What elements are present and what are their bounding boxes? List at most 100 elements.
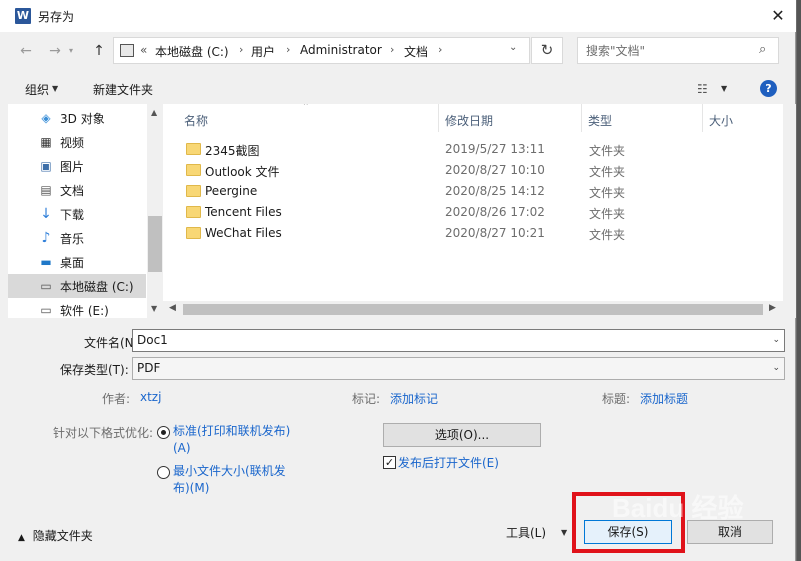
drive-icon: ▭ <box>40 303 52 317</box>
breadcrumb-documents[interactable]: 文档 <box>404 43 428 60</box>
search-icon[interactable]: ⌕ <box>759 42 766 57</box>
file-row[interactable]: WeChat Files 2020/8/27 10:21 文件夹 <box>183 223 773 244</box>
chevron-down-icon[interactable]: ⌄ <box>772 363 780 373</box>
documents-icon: ▤ <box>40 183 52 197</box>
filetype-select[interactable]: PDF ⌄ <box>132 357 785 380</box>
breadcrumb-overflow[interactable]: « <box>140 43 147 57</box>
sidebar-item-desktop[interactable]: ▬ 桌面 <box>8 250 146 274</box>
help-icon[interactable]: ? <box>760 80 777 97</box>
sidebar-item-videos[interactable]: ▦ 视频 <box>8 130 146 154</box>
file-row[interactable]: Tencent Files 2020/8/26 17:02 文件夹 <box>183 202 773 223</box>
organize-menu[interactable]: 组织 <box>25 81 49 98</box>
breadcrumb-local-disk[interactable]: 本地磁盘 (C:) <box>155 43 229 60</box>
sidebar-item-label: 视频 <box>60 136 85 150</box>
optimize-minimum-label[interactable]: 最小文件大小(联机发 布)(M) <box>173 463 286 497</box>
column-divider[interactable] <box>702 104 703 132</box>
download-icon: ↓ <box>40 206 52 222</box>
scroll-left-icon[interactable]: ◀ <box>169 303 176 313</box>
breadcrumb-administrator[interactable]: Administrator <box>300 43 382 57</box>
sidebar-item-label: 本地磁盘 (C:) <box>60 280 134 294</box>
optimize-standard-radio[interactable] <box>157 426 170 439</box>
sidebar-item-local-disk-c[interactable]: ▭ 本地磁盘 (C:) <box>8 274 146 298</box>
sort-ascending-icon: ⌃ <box>302 104 310 112</box>
filename-value: Doc1 <box>137 333 168 347</box>
tools-menu[interactable]: 工具(L) <box>506 524 546 541</box>
column-header-type[interactable]: 类型 <box>588 112 612 129</box>
word-app-icon: W <box>15 8 31 24</box>
open-after-publish-label[interactable]: 发布后打开文件(E) <box>398 454 499 471</box>
address-dropdown-icon[interactable]: ⌄ <box>509 42 517 53</box>
file-list-vertical-scrollbar[interactable] <box>783 104 796 318</box>
scrollbar-thumb[interactable] <box>183 304 763 315</box>
file-type: 文件夹 <box>589 207 626 221</box>
file-date: 2020/8/25 14:12 <box>445 184 545 198</box>
close-icon[interactable]: ✕ <box>760 0 796 32</box>
new-folder-button[interactable]: 新建文件夹 <box>93 81 153 98</box>
file-row[interactable]: 2345截图 2019/5/27 13:11 文件夹 <box>183 139 773 160</box>
refresh-icon[interactable]: ↻ <box>531 37 563 64</box>
add-title-link[interactable]: 添加标题 <box>640 390 688 407</box>
column-divider[interactable] <box>438 104 439 132</box>
back-arrow-icon[interactable]: ← <box>16 40 36 62</box>
hide-folders-toggle[interactable]: ▲ 隐藏文件夹 <box>18 527 93 544</box>
sidebar-item-pictures[interactable]: ▣ 图片 <box>8 154 146 178</box>
file-list: ⌃ 名称 修改日期 类型 大小 2345截图 2019/5/27 13:11 文… <box>163 104 783 318</box>
search-box[interactable]: ⌕ <box>577 37 779 64</box>
drive-icon: ▭ <box>40 279 52 293</box>
file-date: 2019/5/27 13:11 <box>445 142 545 156</box>
optimize-standard-label[interactable]: 标准(打印和联机发布) (A) <box>173 423 290 457</box>
column-header-size[interactable]: 大小 <box>709 112 733 129</box>
breadcrumb-separator-icon[interactable]: › <box>390 43 394 56</box>
optimize-minimum-radio[interactable] <box>157 466 170 479</box>
column-header-date[interactable]: 修改日期 <box>445 112 493 129</box>
sidebar-item-downloads[interactable]: ↓ 下载 <box>8 202 146 226</box>
column-header-name[interactable]: 名称 <box>184 112 208 129</box>
scroll-right-icon[interactable]: ▶ <box>769 303 776 313</box>
file-date: 2020/8/26 17:02 <box>445 205 545 219</box>
radio-label-line: (A) <box>173 441 191 455</box>
author-label: 作者: <box>102 392 131 406</box>
breadcrumb-separator-icon[interactable]: › <box>438 43 442 56</box>
view-caret-icon[interactable]: ▼ <box>721 84 727 93</box>
hide-folders-label: 隐藏文件夹 <box>32 529 93 543</box>
radio-label-line: 布)(M) <box>173 481 210 495</box>
options-button[interactable]: 选项(O)... <box>383 423 541 447</box>
breadcrumb-separator-icon[interactable]: › <box>286 43 290 56</box>
pictures-icon: ▣ <box>40 159 52 173</box>
scrollbar-thumb[interactable] <box>148 216 162 272</box>
column-divider[interactable] <box>581 104 582 132</box>
sidebar-item-music[interactable]: ♪ 音乐 <box>8 226 146 250</box>
scroll-down-icon[interactable]: ▼ <box>151 304 157 313</box>
filename-field[interactable]: Doc1 ⌄ <box>132 329 785 352</box>
search-input[interactable] <box>586 43 756 59</box>
breadcrumb-users[interactable]: 用户 <box>251 43 275 60</box>
sidebar-item-label: 软件 (E:) <box>60 304 109 318</box>
add-tags-link[interactable]: 添加标记 <box>390 390 438 407</box>
organize-caret-icon[interactable]: ▼ <box>52 84 58 93</box>
author-value[interactable]: xtzj <box>140 390 161 404</box>
view-options-icon[interactable]: ☷ <box>697 82 708 96</box>
open-after-publish-checkbox[interactable]: ✓ <box>383 456 396 469</box>
up-arrow-icon[interactable]: ↑ <box>89 40 109 62</box>
scroll-up-icon[interactable]: ▲ <box>151 108 157 117</box>
sidebar-item-software-e[interactable]: ▭ 软件 (E:) <box>8 298 146 318</box>
file-name: WeChat Files <box>205 226 282 240</box>
baidu-watermark: Baidu 经验 <box>612 493 744 523</box>
file-type: 文件夹 <box>589 186 626 200</box>
file-row[interactable]: Outlook 文件 2020/8/27 10:10 文件夹 <box>183 160 773 181</box>
horizontal-scrollbar[interactable]: ◀ ▶ <box>163 301 783 318</box>
navigation-scrollbar[interactable]: ▲ ▼ <box>147 104 163 318</box>
sidebar-item-documents[interactable]: ▤ 文档 <box>8 178 146 202</box>
breadcrumb-separator-icon[interactable]: › <box>239 43 243 56</box>
cube-icon: ◈ <box>41 111 51 125</box>
optimize-label: 针对以下格式优化: <box>53 426 154 440</box>
chevron-down-icon[interactable]: ⌄ <box>772 335 780 345</box>
radio-label-line: 最小文件大小(联机发 <box>173 464 286 478</box>
sidebar-item-label: 音乐 <box>60 232 85 246</box>
file-row[interactable]: Peergine 2020/8/25 14:12 文件夹 <box>183 181 773 202</box>
recent-locations-dropdown[interactable]: ▾ <box>61 40 81 62</box>
file-type: 文件夹 <box>589 228 626 242</box>
sidebar-item-3d-objects[interactable]: ◈ 3D 对象 <box>8 106 146 130</box>
address-bar[interactable]: « 本地磁盘 (C:) › 用户 › Administrator › 文档 › … <box>113 37 530 64</box>
tools-caret-icon[interactable]: ▼ <box>561 528 567 537</box>
